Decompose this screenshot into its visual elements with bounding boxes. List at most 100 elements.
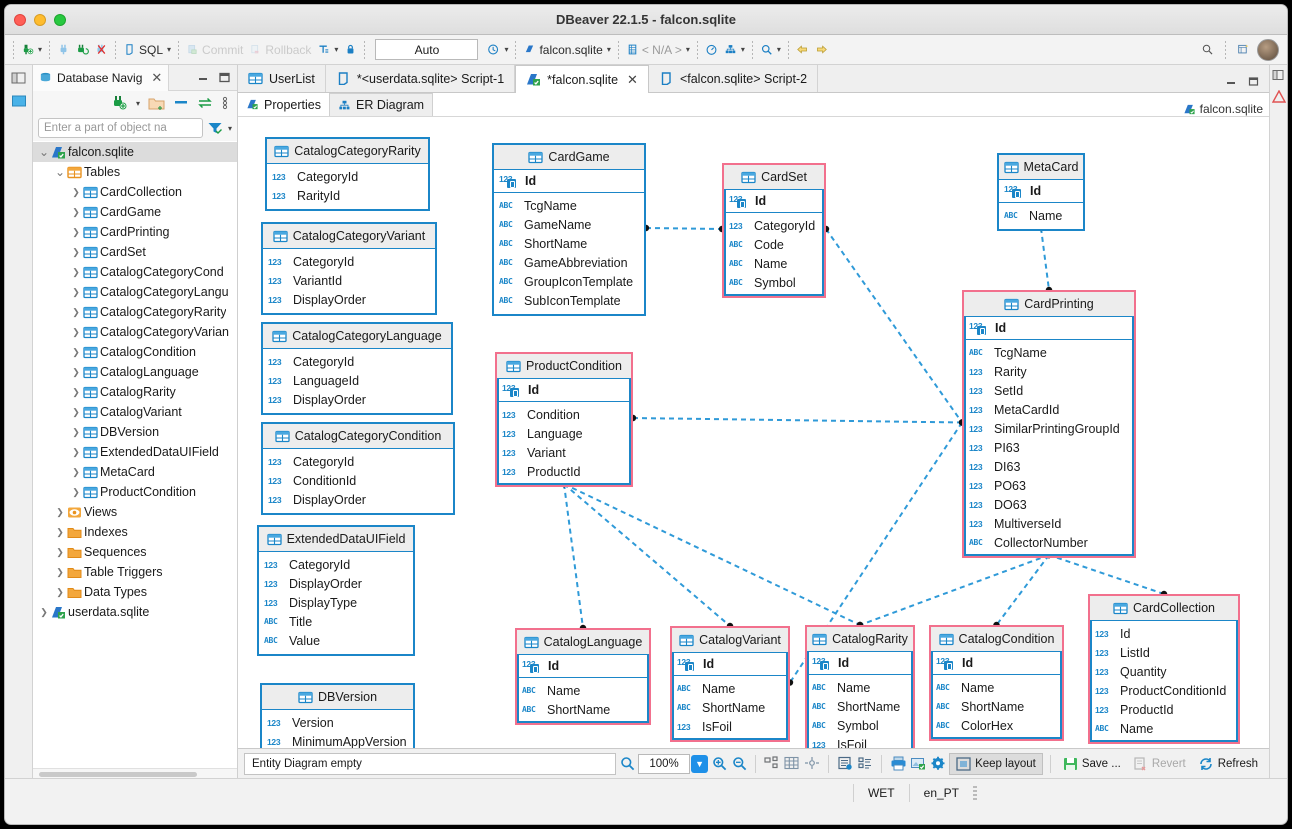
chevron-right-icon[interactable]: ❯ bbox=[69, 307, 83, 318]
entity-cardgame[interactable]: CardGame 123 Id ABC TcgName ABC GameName ABC Sho… bbox=[492, 143, 646, 316]
editor-tab-userdata-sqlite-script-1[interactable]: *<userdata.sqlite> Script-1 bbox=[325, 65, 516, 92]
active-datasource-select[interactable]: falcon.sqlite ▾ bbox=[520, 37, 613, 63]
tree-item-data-types[interactable]: ❯ Data Types bbox=[33, 582, 237, 602]
global-search-button[interactable] bbox=[1198, 37, 1217, 63]
er-diagram-canvas[interactable]: CatalogCategoryRarity 123 CategoryId 123 Rar… bbox=[238, 117, 1269, 748]
open-perspective-button[interactable] bbox=[1234, 37, 1253, 63]
tab-er-diagram[interactable]: ER Diagram bbox=[328, 93, 434, 116]
chevron-right-icon[interactable]: ❯ bbox=[69, 387, 83, 398]
tree-item-catalograrity[interactable]: ❯ CatalogRarity bbox=[33, 382, 237, 402]
filter-icon[interactable] bbox=[207, 121, 223, 135]
chevron-right-icon[interactable]: ❯ bbox=[69, 447, 83, 458]
close-icon[interactable]: ✕ bbox=[627, 72, 638, 88]
maximize-icon[interactable] bbox=[218, 71, 231, 84]
tree-item-userdata-sqlite[interactable]: ❯ userdata.sqlite bbox=[33, 602, 237, 622]
database-tree[interactable]: ⌄ falcon.sqlite ⌄ Tables ❯ CardCollection ❯ Car… bbox=[33, 141, 237, 768]
entity-extendeddatauifield[interactable]: ExtendedDataUIField 123 CategoryId 123 Displ… bbox=[257, 525, 415, 656]
restore-view-icon[interactable] bbox=[11, 71, 27, 85]
navigate-back-button[interactable] bbox=[793, 37, 812, 63]
chevron-right-icon[interactable]: ❯ bbox=[53, 567, 67, 578]
entity-cardcollection[interactable]: CardCollection 123 Id 123 ListId 123 Quantity 1… bbox=[1088, 594, 1240, 744]
link-with-editor-icon[interactable] bbox=[197, 96, 213, 110]
restore-icon[interactable] bbox=[1248, 75, 1261, 88]
tree-item-productcondition[interactable]: ❯ ProductCondition bbox=[33, 482, 237, 502]
chevron-right-icon[interactable]: ❯ bbox=[69, 407, 83, 418]
export-diagram-button[interactable] bbox=[909, 755, 927, 773]
chevron-right-icon[interactable]: ❯ bbox=[53, 587, 67, 598]
entity-catalogcategorylanguage[interactable]: CatalogCategoryLanguage 123 CategoryId 123 L… bbox=[261, 322, 453, 415]
navigate-forward-button[interactable] bbox=[812, 37, 831, 63]
new-connection-button[interactable]: ▾ bbox=[18, 37, 45, 63]
tree-item-cardprinting[interactable]: ❯ CardPrinting bbox=[33, 222, 237, 242]
editor-tab-falcon-sqlite[interactable]: *falcon.sqlite ✕ bbox=[515, 65, 649, 93]
chevron-right-icon[interactable]: ❯ bbox=[69, 287, 83, 298]
entity-catalogcategorycondition[interactable]: CatalogCategoryCondition 123 CategoryId 123… bbox=[261, 422, 455, 515]
snap-to-grid-button[interactable] bbox=[803, 755, 821, 773]
minimize-icon[interactable] bbox=[197, 71, 210, 84]
revert-diagram-button[interactable]: Revert bbox=[1128, 753, 1191, 775]
save-diagram-button[interactable]: Save ... bbox=[1058, 753, 1126, 775]
erd-button[interactable]: ▾ bbox=[721, 37, 748, 63]
entity-catalogcondition[interactable]: CatalogCondition 123 Id ABC Name ABC ShortName… bbox=[929, 625, 1064, 741]
toggle-grid-button[interactable] bbox=[783, 755, 801, 773]
tree-item-catalogcategoryvarian[interactable]: ❯ CatalogCategoryVarian bbox=[33, 322, 237, 342]
restore-view-icon[interactable] bbox=[1272, 69, 1285, 82]
object-filter-input[interactable]: Enter a part of object na bbox=[38, 118, 203, 138]
entity-productcondition[interactable]: ProductCondition 123 Id 123 Condition 123 Lang… bbox=[495, 352, 633, 487]
zoom-out-button[interactable] bbox=[730, 755, 748, 773]
status-resize-handle[interactable] bbox=[973, 785, 977, 800]
chevron-right-icon[interactable]: ❯ bbox=[53, 507, 67, 518]
editor-tab-falcon-sqlite-script-2[interactable]: <falcon.sqlite> Script-2 bbox=[648, 65, 819, 92]
show-keys-button[interactable] bbox=[856, 755, 874, 773]
new-folder-icon[interactable] bbox=[148, 96, 165, 110]
tree-item-cardcollection[interactable]: ❯ CardCollection bbox=[33, 182, 237, 202]
chevron-right-icon[interactable]: ❯ bbox=[69, 427, 83, 438]
tree-item-catalogcategorylangu[interactable]: ❯ CatalogCategoryLangu bbox=[33, 282, 237, 302]
chevron-right-icon[interactable]: ❯ bbox=[69, 327, 83, 338]
minimize-icon[interactable] bbox=[1225, 75, 1238, 88]
editor-tab-userlist[interactable]: UserList bbox=[238, 65, 326, 92]
invalidate-connection-button[interactable] bbox=[92, 37, 111, 63]
collapse-all-icon[interactable] bbox=[173, 96, 189, 110]
chevron-right-icon[interactable]: ❯ bbox=[69, 467, 83, 478]
entity-catalogvariant[interactable]: CatalogVariant 123 Id ABC Name ABC ShortName 12… bbox=[670, 626, 790, 742]
close-icon[interactable]: ✕ bbox=[151, 70, 162, 86]
tree-item-views[interactable]: ❯ Views bbox=[33, 502, 237, 522]
chevron-right-icon[interactable]: ❯ bbox=[69, 367, 83, 378]
reconnect-button[interactable] bbox=[73, 37, 92, 63]
zoom-fit-button[interactable] bbox=[618, 755, 636, 773]
zoom-level-dropdown[interactable]: ▼ bbox=[691, 754, 709, 773]
diagram-settings-button[interactable] bbox=[929, 755, 947, 773]
tree-item-cataloglanguage[interactable]: ❯ CatalogLanguage bbox=[33, 362, 237, 382]
chevron-right-icon[interactable]: ❯ bbox=[69, 487, 83, 498]
tree-item-catalogvariant[interactable]: ❯ CatalogVariant bbox=[33, 402, 237, 422]
tree-item-sequences[interactable]: ❯ Sequences bbox=[33, 542, 237, 562]
sql-editor-button[interactable]: SQL ▾ bbox=[120, 37, 174, 63]
entity-cataloglanguage[interactable]: CatalogLanguage 123 Id ABC Name ABC ShortName bbox=[515, 628, 651, 725]
chevron-right-icon[interactable]: ❯ bbox=[69, 247, 83, 258]
chevron-down-icon[interactable]: ⌄ bbox=[37, 146, 51, 158]
error-log-icon[interactable] bbox=[1271, 90, 1286, 103]
tree-item-metacard[interactable]: ❯ MetaCard bbox=[33, 462, 237, 482]
commit-button[interactable]: Commit bbox=[183, 37, 246, 63]
tree-item-catalogcondition[interactable]: ❯ CatalogCondition bbox=[33, 342, 237, 362]
tree-item-table-triggers[interactable]: ❯ Table Triggers bbox=[33, 562, 237, 582]
tab-properties[interactable]: Properties bbox=[238, 93, 329, 116]
entity-catalogcategoryvariant[interactable]: CatalogCategoryVariant 123 CategoryId 123 Va… bbox=[261, 222, 437, 315]
chevron-down-icon[interactable]: ⌄ bbox=[53, 166, 67, 178]
entity-catalogcategoryrarity[interactable]: CatalogCategoryRarity 123 CategoryId 123 Rar… bbox=[265, 137, 430, 211]
dashboard-button[interactable] bbox=[702, 37, 721, 63]
entity-cardprinting[interactable]: CardPrinting 123 Id ABC TcgName 123 Rarity 123 S… bbox=[962, 290, 1136, 558]
new-connection-icon[interactable] bbox=[111, 96, 127, 110]
rollback-button[interactable]: Rollback bbox=[246, 37, 314, 63]
tree-item-catalogcategorycond[interactable]: ❯ CatalogCategoryCond bbox=[33, 262, 237, 282]
tree-item-cardset[interactable]: ❯ CardSet bbox=[33, 242, 237, 262]
chevron-down-icon[interactable]: ▾ bbox=[136, 99, 140, 108]
entity-cardset[interactable]: CardSet 123 Id 123 CategoryId ABC Code ABC Name A… bbox=[722, 163, 826, 298]
chevron-right-icon[interactable]: ❯ bbox=[69, 187, 83, 198]
search-button[interactable]: ▾ bbox=[757, 37, 784, 63]
tree-item-extendeddatauifield[interactable]: ❯ ExtendedDataUIField bbox=[33, 442, 237, 462]
keep-layout-toggle[interactable]: Keep layout bbox=[949, 752, 1043, 775]
chevron-right-icon[interactable]: ❯ bbox=[53, 527, 67, 538]
chevron-right-icon[interactable]: ❯ bbox=[69, 267, 83, 278]
